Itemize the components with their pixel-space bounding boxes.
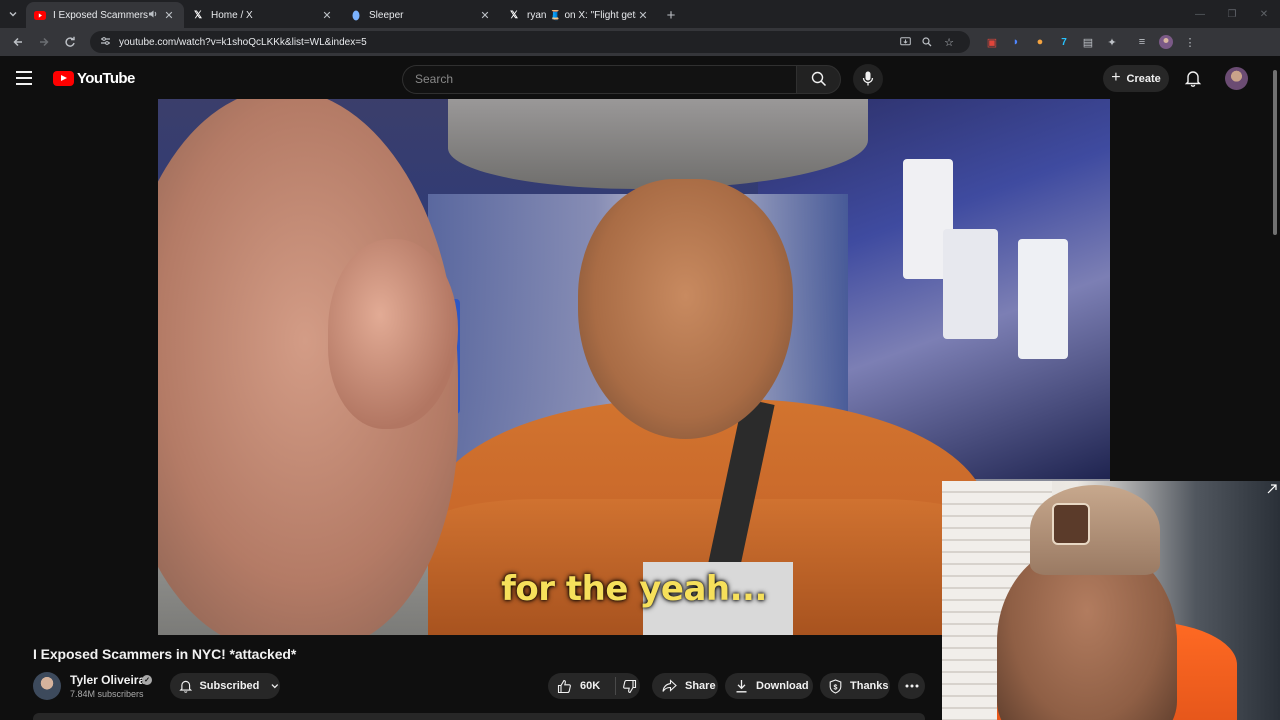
thumbs-down-icon[interactable] — [622, 679, 637, 694]
description-box-edge[interactable] — [33, 713, 925, 720]
notifications-bell-icon[interactable] — [1184, 69, 1202, 87]
video-jersey — [1018, 239, 1068, 359]
extension-7tv-icon[interactable]: 7 — [1052, 31, 1076, 53]
reload-icon[interactable] — [58, 30, 82, 54]
share-arrow-icon — [662, 679, 677, 692]
menu-hamburger-icon[interactable] — [16, 68, 36, 88]
thanks-button[interactable]: $ Thanks — [820, 673, 890, 699]
tab-title: Home / X — [211, 9, 253, 21]
profile-icon[interactable] — [1154, 31, 1178, 53]
browser-tab-strip: I Exposed Scammers in NYC ✕ 𝕏 Home / X ✕… — [0, 0, 1280, 28]
window-controls: — ❐ ✕ — [1184, 0, 1280, 28]
youtube-play-icon — [53, 71, 74, 86]
video-jersey — [943, 229, 998, 339]
subscriber-count: 7.84M subscribers — [70, 689, 144, 699]
subscribed-label: Subscribed — [199, 680, 260, 692]
tab-youtube-video[interactable]: I Exposed Scammers in NYC ✕ — [26, 2, 184, 28]
tab-search-icon[interactable] — [0, 0, 26, 28]
svg-text:$: $ — [834, 684, 838, 691]
install-app-icon[interactable] — [894, 31, 916, 53]
tab-close-icon[interactable]: ✕ — [320, 9, 334, 22]
tab-sleeper[interactable]: Sleeper ✕ — [342, 2, 500, 28]
minimize-icon[interactable]: — — [1184, 0, 1216, 28]
bell-icon — [179, 680, 193, 693]
channel-avatar[interactable] — [33, 672, 61, 700]
extension-red-icon[interactable]: ▣ — [980, 31, 1004, 53]
download-button[interactable]: Download — [725, 673, 813, 699]
search-placeholder: Search — [415, 72, 454, 86]
speaker-icon[interactable] — [148, 9, 162, 21]
share-button[interactable]: Share — [652, 673, 718, 699]
more-horizontal-icon — [905, 684, 918, 688]
youtube-logo[interactable]: YouTube — [53, 70, 135, 87]
search-input[interactable]: Search — [402, 64, 796, 94]
channel-name[interactable]: Tyler Oliveira — [70, 673, 145, 687]
create-button[interactable]: + Create — [1103, 65, 1169, 92]
subscribed-button[interactable]: Subscribed — [170, 673, 280, 699]
zoom-icon[interactable] — [916, 31, 938, 53]
tab-title: I Exposed Scammers in NYC — [53, 9, 148, 21]
microphone-icon — [862, 71, 874, 86]
scrollbar-thumb[interactable] — [1273, 70, 1277, 235]
thumbs-up-icon — [557, 679, 571, 693]
more-actions-button[interactable] — [898, 673, 925, 699]
extension-gray-icon[interactable]: ▤ — [1076, 31, 1100, 53]
tab-title: Sleeper — [369, 9, 404, 21]
chevron-down-icon — [271, 684, 279, 689]
tab-close-icon[interactable]: ✕ — [478, 9, 492, 22]
sleeper-favicon-icon — [350, 9, 362, 21]
browser-menu-icon[interactable]: ⋮ — [1178, 31, 1202, 53]
voice-search-button[interactable] — [853, 64, 883, 94]
extension-orange-icon[interactable]: ● — [1028, 31, 1052, 53]
create-label: Create — [1126, 72, 1161, 85]
like-button[interactable]: 60K — [557, 679, 615, 694]
plus-icon: + — [1111, 69, 1121, 86]
url-text: youtube.com/watch?v=k1shoQcLKKk&list=WL&… — [119, 36, 367, 48]
thanks-label: Thanks — [850, 680, 889, 692]
download-label: Download — [756, 680, 809, 692]
search-bar: Search — [402, 64, 883, 94]
extensions-puzzle-icon[interactable]: ✦ — [1100, 31, 1124, 53]
tab-close-icon[interactable]: ✕ — [162, 9, 176, 22]
download-icon — [736, 680, 747, 693]
extension-blue-icon[interactable]: ◗ — [1004, 31, 1028, 53]
media-control-icon[interactable]: ≡ — [1130, 31, 1154, 53]
youtube-wordmark: YouTube — [77, 70, 135, 87]
youtube-header: YouTube Search + Create — [0, 56, 1280, 100]
account-avatar[interactable] — [1225, 67, 1248, 90]
verified-check-icon: ✓ — [142, 675, 152, 685]
tab-x-home[interactable]: 𝕏 Home / X ✕ — [184, 2, 342, 28]
webcam-cap-patch — [1052, 503, 1090, 545]
video-monk-face — [578, 179, 793, 439]
maximize-icon[interactable]: ❐ — [1216, 0, 1248, 28]
tab-title: ryan 🧵 on X: "Flight gets exciting — [527, 9, 636, 21]
search-button[interactable] — [796, 64, 841, 94]
site-info-icon[interactable] — [100, 36, 111, 49]
browser-toolbar: youtube.com/watch?v=k1shoQcLKKk&list=WL&… — [0, 28, 1280, 56]
search-icon — [811, 71, 826, 87]
address-bar[interactable]: youtube.com/watch?v=k1shoQcLKKk&list=WL&… — [90, 31, 970, 53]
like-count: 60K — [580, 680, 601, 692]
like-divider — [615, 677, 616, 695]
webcam-cap — [1030, 485, 1160, 575]
share-label: Share — [685, 680, 716, 692]
back-arrow-icon[interactable] — [6, 30, 30, 54]
super-thanks-icon: $ — [829, 678, 842, 694]
like-dislike-group: 60K — [548, 673, 640, 699]
tab-x-post[interactable]: 𝕏 ryan 🧵 on X: "Flight gets exciting ✕ — [500, 2, 658, 28]
x-logo-icon: 𝕏 — [193, 9, 203, 21]
tab-close-icon[interactable]: ✕ — [636, 9, 650, 22]
pip-expand-icon[interactable] — [1267, 484, 1277, 494]
page-scrollbar[interactable] — [1272, 60, 1278, 240]
bookmark-star-icon[interactable]: ☆ — [938, 31, 960, 53]
forward-arrow-icon[interactable] — [32, 30, 56, 54]
video-title: I Exposed Scammers in NYC! *attacked* — [33, 646, 297, 662]
new-tab-button[interactable]: + — [658, 2, 684, 28]
webcam-overlay — [942, 481, 1280, 720]
youtube-favicon-icon — [34, 9, 46, 21]
window-close-icon[interactable]: ✕ — [1248, 0, 1280, 28]
x-logo-icon: 𝕏 — [509, 9, 519, 21]
